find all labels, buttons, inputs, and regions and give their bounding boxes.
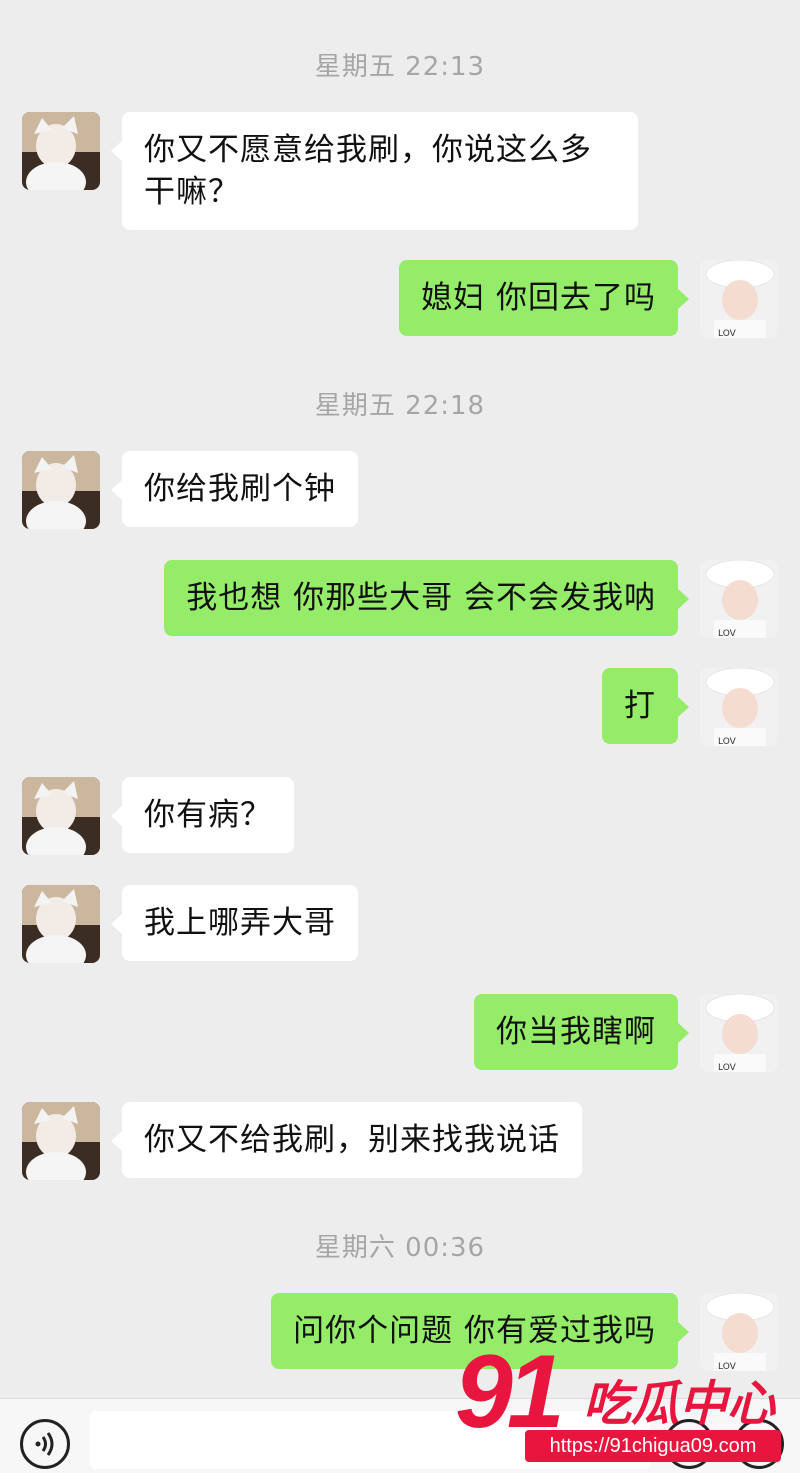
contact-avatar-image <box>22 1102 100 1180</box>
outgoing-message[interactable]: 我也想 你那些大哥 会不会发我呐 <box>164 560 689 636</box>
timestamp: 星期五 22:13 <box>314 52 486 82</box>
my-avatar[interactable]: LOV <box>700 668 778 746</box>
timestamp: 星期五 22:18 <box>314 391 486 421</box>
contact-avatar[interactable] <box>22 451 100 529</box>
incoming-message[interactable]: 你又不愿意给我刷，你说这么多干嘛？ <box>111 112 638 230</box>
svg-text:LOV: LOV <box>718 737 737 746</box>
my-avatar-image: LOV <box>700 560 778 638</box>
watermark-number: 91 <box>455 1334 565 1450</box>
contact-avatar-image <box>22 885 100 963</box>
timestamp: 星期六 00:36 <box>314 1233 486 1263</box>
incoming-message[interactable]: 我上哪弄大哥 <box>111 885 358 961</box>
my-avatar[interactable]: LOV <box>700 994 778 1072</box>
contact-avatar[interactable] <box>22 112 100 190</box>
incoming-message[interactable]: 你给我刷个钟 <box>111 451 358 527</box>
watermark-name: 吃瓜中心 <box>583 1376 776 1432</box>
svg-text:LOV: LOV <box>718 329 737 338</box>
svg-text:LOV: LOV <box>718 1063 737 1072</box>
my-avatar[interactable]: LOV <box>700 560 778 638</box>
my-avatar-image: LOV <box>700 260 778 338</box>
site-watermark: 91 吃瓜中心 https://91chigua09.com <box>455 1340 785 1465</box>
my-avatar-image: LOV <box>700 668 778 746</box>
contact-avatar[interactable] <box>22 885 100 963</box>
contact-avatar-image <box>22 777 100 855</box>
contact-avatar-image <box>22 112 100 190</box>
contact-avatar[interactable] <box>22 777 100 855</box>
outgoing-message[interactable]: 你当我瞎啊 <box>474 994 689 1070</box>
my-avatar-image: LOV <box>700 994 778 1072</box>
contact-avatar[interactable] <box>22 1102 100 1180</box>
outgoing-message[interactable]: 打 <box>602 668 689 744</box>
voice-icon[interactable] <box>20 1419 70 1469</box>
watermark-url: https://91chigua09.com <box>525 1430 781 1462</box>
incoming-message[interactable]: 你又不给我刷，别来找我说话 <box>111 1102 582 1178</box>
contact-avatar-image <box>22 451 100 529</box>
outgoing-message[interactable]: 媳妇 你回去了吗 <box>399 260 689 336</box>
svg-text:LOV: LOV <box>718 629 737 638</box>
my-avatar[interactable]: LOV <box>700 260 778 338</box>
incoming-message[interactable]: 你有病？ <box>111 777 294 853</box>
